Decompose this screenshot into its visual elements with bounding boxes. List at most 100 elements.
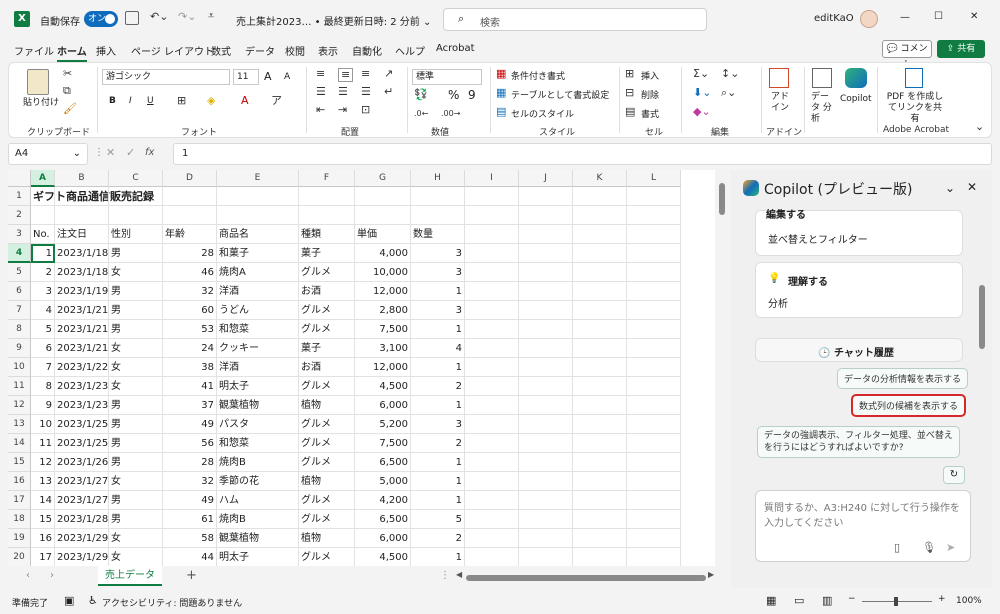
cell[interactable] — [573, 415, 627, 434]
undo-icon[interactable]: ↶⌄ — [150, 11, 168, 23]
data-cell[interactable]: 女 — [109, 339, 163, 358]
data-cell[interactable]: 13 — [31, 472, 55, 491]
data-cell[interactable]: グルメ — [299, 301, 355, 320]
data-cell[interactable]: 4,200 — [355, 491, 411, 510]
cell[interactable] — [627, 187, 681, 206]
data-cell[interactable]: 1 — [411, 491, 465, 510]
data-cell[interactable]: 38 — [163, 358, 217, 377]
page-break-view-icon[interactable]: ▥ — [822, 594, 832, 607]
data-cell[interactable]: 2023/1/28 — [55, 510, 109, 529]
column-header-j[interactable]: J — [519, 170, 573, 187]
cell[interactable] — [627, 301, 681, 320]
cell[interactable] — [627, 396, 681, 415]
row-header[interactable]: 15 — [8, 453, 31, 472]
prompt-guide-icon[interactable]: ▯ — [894, 541, 900, 554]
data-cell[interactable]: クッキー — [217, 339, 299, 358]
cell[interactable] — [217, 187, 299, 206]
row-header[interactable]: 20 — [8, 548, 31, 566]
cell[interactable] — [465, 491, 519, 510]
cell[interactable] — [55, 187, 109, 206]
cell[interactable] — [299, 206, 355, 225]
cell[interactable] — [109, 187, 163, 206]
data-cell[interactable]: 男 — [109, 320, 163, 339]
insert-function-button[interactable]: fx — [145, 147, 154, 158]
data-cell[interactable]: 6,000 — [355, 396, 411, 415]
data-cell[interactable]: 3 — [411, 301, 465, 320]
data-cell[interactable]: 1 — [411, 548, 465, 566]
data-cell[interactable]: 3,100 — [355, 339, 411, 358]
cell[interactable] — [465, 472, 519, 491]
align-left-icon[interactable]: ☰ — [316, 86, 326, 98]
data-cell[interactable]: 46 — [163, 263, 217, 282]
cell[interactable] — [465, 434, 519, 453]
scroll-right-icon[interactable]: ▶ — [708, 570, 714, 579]
tab-home[interactable]: ホーム — [57, 43, 87, 62]
column-header-l[interactable]: L — [627, 170, 681, 187]
align-middle-icon[interactable]: ≡ — [338, 68, 354, 82]
grow-font-button[interactable]: A — [264, 70, 272, 83]
data-cell[interactable]: グルメ — [299, 548, 355, 566]
tab-data[interactable]: データ — [245, 43, 275, 58]
data-cell[interactable]: うどん — [217, 301, 299, 320]
row-header[interactable]: 16 — [8, 472, 31, 491]
zoom-in-icon[interactable]: + — [938, 594, 946, 604]
cell[interactable] — [519, 510, 573, 529]
decrease-decimal-icon[interactable]: .00→ — [441, 108, 460, 120]
sort-filter-icon[interactable]: ↕⌄ — [721, 68, 739, 80]
data-cell[interactable]: 12 — [31, 453, 55, 472]
row-header[interactable]: 14 — [8, 434, 31, 453]
data-cell[interactable]: 7,500 — [355, 434, 411, 453]
cell[interactable] — [627, 548, 681, 566]
cell[interactable] — [519, 244, 573, 263]
copilot-ribbon-icon[interactable] — [845, 68, 867, 88]
comma-button[interactable]: 9 — [468, 88, 476, 102]
data-cell[interactable]: 1 — [411, 453, 465, 472]
cell[interactable] — [573, 453, 627, 472]
data-cell[interactable]: 2023/1/18 — [55, 244, 109, 263]
cell[interactable] — [519, 282, 573, 301]
data-cell[interactable]: 5,200 — [355, 415, 411, 434]
cell[interactable] — [627, 282, 681, 301]
cell[interactable] — [465, 529, 519, 548]
zoom-level[interactable]: 100% — [956, 596, 982, 606]
column-header-i[interactable]: I — [465, 170, 519, 187]
data-cell[interactable]: 観葉植物 — [217, 396, 299, 415]
header-cell[interactable]: No. — [31, 225, 55, 244]
cell[interactable] — [573, 206, 627, 225]
data-cell[interactable]: 3 — [411, 263, 465, 282]
header-cell[interactable]: 性別 — [109, 225, 163, 244]
align-top-icon[interactable]: ≡ — [316, 68, 325, 80]
cell[interactable] — [519, 472, 573, 491]
collapse-ribbon-icon[interactable]: ⌄ — [975, 121, 984, 133]
data-cell[interactable]: 男 — [109, 434, 163, 453]
cell[interactable] — [627, 263, 681, 282]
tab-splitter-icon[interactable]: ⋮ — [440, 570, 450, 581]
data-cell[interactable]: 9 — [31, 396, 55, 415]
data-cell[interactable]: グルメ — [299, 263, 355, 282]
save-icon[interactable] — [125, 11, 139, 25]
underline-button[interactable]: U — [147, 96, 154, 106]
cell[interactable] — [573, 301, 627, 320]
data-cell[interactable]: 男 — [109, 282, 163, 301]
data-cell[interactable]: 1 — [411, 282, 465, 301]
data-cell[interactable]: 4,000 — [355, 244, 411, 263]
scroll-left-icon[interactable]: ◀ — [456, 570, 462, 579]
data-cell[interactable]: 53 — [163, 320, 217, 339]
copilot-scroll-thumb[interactable] — [979, 285, 985, 349]
horizontal-scroll-thumb[interactable] — [466, 575, 706, 581]
data-cell[interactable]: 8 — [31, 377, 55, 396]
data-cell[interactable]: 2023/1/25 — [55, 415, 109, 434]
data-cell[interactable]: パスタ — [217, 415, 299, 434]
data-cell[interactable]: ハム — [217, 491, 299, 510]
data-cell[interactable]: 15 — [31, 510, 55, 529]
data-cell[interactable]: 観葉植物 — [217, 529, 299, 548]
data-cell[interactable]: 焼肉B — [217, 453, 299, 472]
cell[interactable] — [465, 453, 519, 472]
cell[interactable] — [411, 187, 465, 206]
paste-icon[interactable] — [27, 69, 49, 95]
create-pdf-button[interactable]: PDF を作成し てリンクを共有 — [885, 92, 945, 125]
column-header-b[interactable]: B — [55, 170, 109, 187]
data-analysis-icon[interactable] — [812, 68, 832, 88]
data-cell[interactable]: 2023/1/23 — [55, 396, 109, 415]
tab-file[interactable]: ファイル — [14, 43, 54, 58]
